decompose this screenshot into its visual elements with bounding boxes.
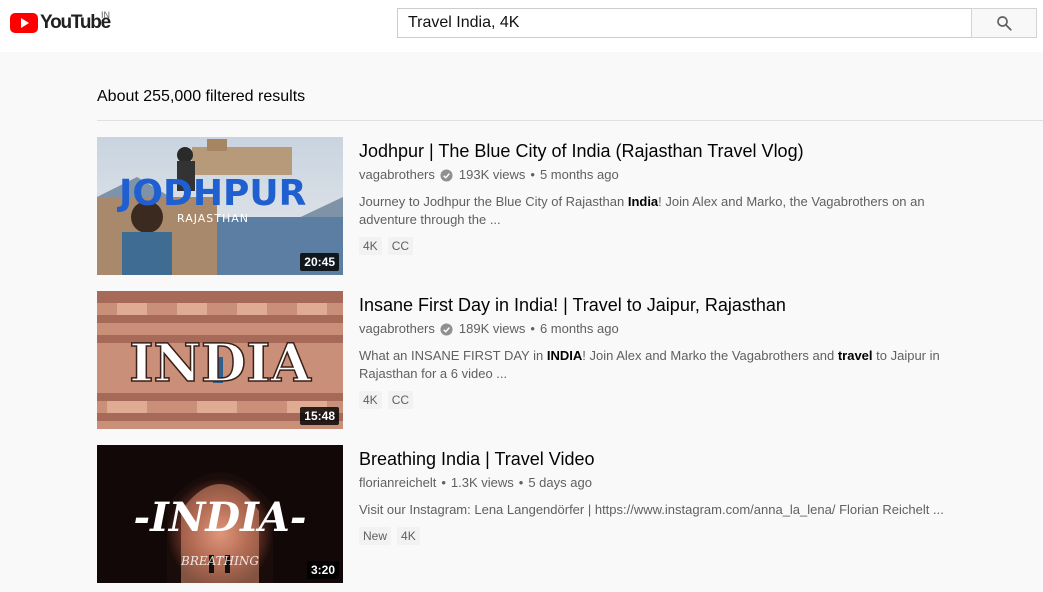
play-logo-icon	[10, 13, 38, 33]
thumbnail-title: INDIA	[129, 333, 311, 394]
meta-separator: •	[518, 475, 524, 490]
youtube-logo[interactable]: YouTube IN	[10, 10, 111, 34]
channel-name[interactable]: vagabrothers	[359, 320, 435, 338]
thumbnail-title: JODHPUR	[116, 173, 306, 214]
video-title[interactable]: Jodhpur | The Blue City of India (Rajast…	[359, 139, 1039, 163]
video-result[interactable]: INDIA 15:48 Insane First Day in India! |…	[97, 291, 1043, 429]
video-result[interactable]: -INDIA- BREATHING 3:20 Breathing India |…	[97, 445, 1043, 583]
masthead: YouTube IN Travel India, 4K	[0, 0, 1043, 52]
results-summary: About 255,000 filtered results	[97, 88, 306, 105]
video-duration: 20:45	[300, 253, 339, 271]
channel-name[interactable]: vagabrothers	[359, 166, 435, 184]
badge-4k: 4K	[397, 527, 420, 545]
thumbnail-subtitle: RAJASTHAN	[177, 212, 249, 225]
video-duration: 15:48	[300, 407, 339, 425]
divider	[97, 120, 1043, 121]
video-title[interactable]: Insane First Day in India! | Travel to J…	[359, 293, 1039, 317]
badge-new: New	[359, 527, 392, 545]
video-duration: 3:20	[306, 561, 339, 579]
view-count: 193K views	[458, 167, 526, 182]
meta-separator: •	[530, 321, 535, 336]
upload-age: 5 months ago	[539, 167, 619, 182]
meta-separator: •	[530, 167, 535, 182]
video-description: Journey to Jodhpur the Blue City of Raja…	[359, 194, 925, 227]
badge-cc: CC	[387, 391, 414, 409]
search-icon	[997, 16, 1012, 31]
video-description: What an INSANE FIRST DAY in INDIA! Join …	[359, 348, 940, 381]
badge-4k: 4K	[359, 391, 382, 409]
upload-age: 5 days ago	[528, 475, 592, 490]
upload-age: 6 months ago	[539, 321, 619, 336]
view-count: 1.3K views	[450, 475, 514, 490]
badge-4k: 4K	[359, 237, 382, 255]
country-code: IN	[101, 10, 110, 20]
meta-separator: •	[441, 475, 446, 490]
video-description: Visit our Instagram: Lena Langendörfer |…	[359, 502, 944, 517]
thumbnail-title: -INDIA-	[134, 494, 307, 541]
verified-icon	[440, 168, 453, 182]
video-title[interactable]: Breathing India | Travel Video	[359, 447, 1039, 471]
verified-icon	[440, 322, 453, 336]
badge-cc: CC	[387, 237, 414, 255]
view-count: 189K views	[458, 321, 526, 336]
thumbnail-subtitle: BREATHING	[180, 554, 259, 568]
logo-text: YouTube	[40, 12, 111, 33]
search-input[interactable]: Travel India, 4K	[397, 8, 971, 38]
video-result[interactable]: JODHPUR RAJASTHAN 20:45 Jodhpur | The Bl…	[97, 137, 1043, 275]
search-button[interactable]	[971, 8, 1037, 38]
video-thumbnail[interactable]: -INDIA- BREATHING 3:20	[97, 445, 343, 583]
channel-name[interactable]: florianreichelt	[359, 474, 436, 492]
video-thumbnail[interactable]: JODHPUR RAJASTHAN 20:45	[97, 137, 343, 275]
video-thumbnail[interactable]: INDIA 15:48	[97, 291, 343, 429]
